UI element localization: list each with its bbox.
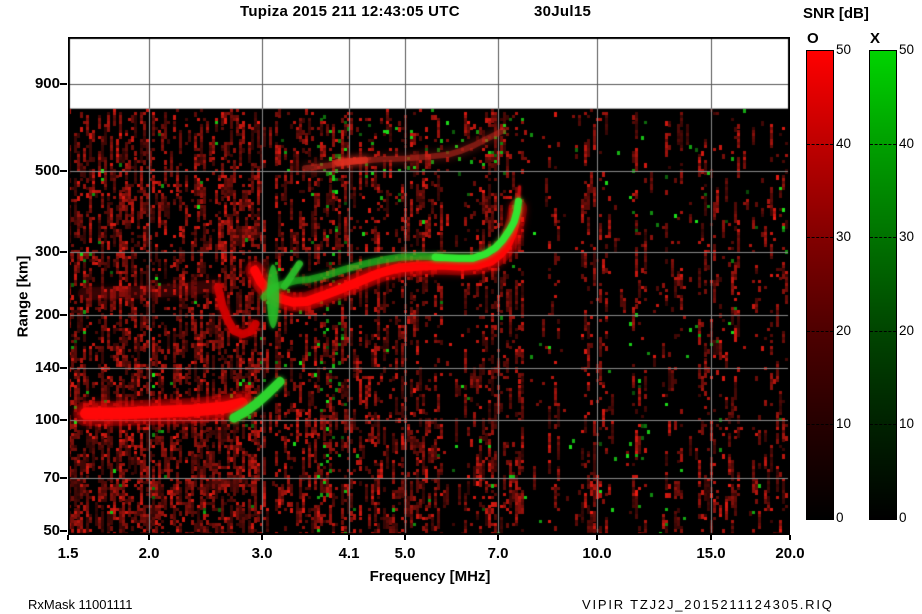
colorbar-tick-label: 40: [836, 135, 852, 151]
colorbar-o: [806, 50, 834, 520]
y-tick-mark: [60, 83, 67, 85]
x-tick-label: 2.0: [138, 545, 160, 562]
file-label: VIPIR TZJ2J_2015211124305.RIQ: [582, 597, 834, 612]
colorbar-dash: [870, 143, 896, 145]
y-tick-label: 500: [34, 162, 60, 179]
x-tick-label: 10.0: [582, 545, 612, 562]
colorbar-tick-label: 50: [899, 42, 915, 57]
x-tick-mark: [497, 535, 499, 540]
colorbar-dash: [807, 424, 833, 426]
x-tick-mark: [596, 535, 598, 540]
x-tick-mark: [261, 535, 263, 540]
x-tick-label: 7.0: [487, 545, 509, 562]
page-title: Tupiza 2015 211 12:43:05 UTC: [240, 3, 460, 20]
colorbar-tick-label: 30: [899, 229, 915, 245]
x-axis-title: Frequency [MHz]: [369, 568, 491, 585]
ionogram-plot: [68, 37, 790, 535]
x-tick-label: 1.5: [57, 545, 79, 562]
x-tick-label: 3.0: [251, 545, 273, 562]
y-tick-mark: [60, 367, 67, 369]
colorbar-dash: [807, 237, 833, 239]
colorbar-dash: [807, 143, 833, 145]
y-tick-mark: [60, 477, 67, 479]
rxmask-label: RxMask 11001111: [28, 597, 133, 612]
x-tick-mark: [67, 535, 69, 540]
y-tick-mark: [60, 530, 67, 532]
colorbar-dash: [807, 330, 833, 332]
colorbar-x-label: X: [870, 30, 881, 47]
colorbar-tick-label: 40: [899, 135, 915, 151]
x-tick-mark: [348, 535, 350, 540]
colorbar-dash: [870, 424, 896, 426]
colorbar-tick-label: 0: [836, 510, 844, 525]
colorbar-tick-label: 30: [836, 229, 852, 245]
y-tick-label: 300: [34, 243, 60, 260]
y-tick-label: 200: [34, 306, 60, 323]
y-tick-label: 900: [34, 75, 60, 92]
y-tick-label: 100: [34, 411, 60, 428]
colorbar-tick-label: 50: [836, 42, 852, 57]
colorbar-o-label: O: [807, 30, 819, 47]
colorbar-tick-label: 10: [899, 416, 915, 432]
x-tick-mark: [789, 535, 791, 540]
colorbar-tick-label: 20: [899, 322, 915, 338]
x-tick-label: 4.1: [338, 545, 360, 562]
y-tick-mark: [60, 251, 67, 253]
colorbar-tick-label: 0: [899, 510, 907, 525]
ionogram-page: Tupiza 2015 211 12:43:05 UTC 30Jul15 Ran…: [0, 0, 922, 614]
x-tick-label: 5.0: [394, 545, 416, 562]
y-tick-mark: [60, 314, 67, 316]
date-label: 30Jul15: [534, 3, 592, 20]
colorbar-x: [869, 50, 897, 520]
x-tick-label: 15.0: [696, 545, 726, 562]
x-tick-label: 20.0: [775, 545, 805, 562]
y-tick-label: 50: [43, 522, 60, 539]
y-tick-mark: [60, 170, 67, 172]
colorbar-dash: [870, 237, 896, 239]
colorbar-tick-label: 20: [836, 322, 852, 338]
colorbar-tick-label: 10: [836, 416, 852, 432]
colorbar-dash: [870, 330, 896, 332]
colorbar-title: SNR [dB]: [803, 5, 869, 22]
x-tick-mark: [710, 535, 712, 540]
y-tick-label: 140: [34, 359, 60, 376]
x-tick-mark: [404, 535, 406, 540]
y-tick-label: 70: [43, 469, 60, 486]
x-tick-mark: [148, 535, 150, 540]
y-tick-mark: [60, 419, 67, 421]
